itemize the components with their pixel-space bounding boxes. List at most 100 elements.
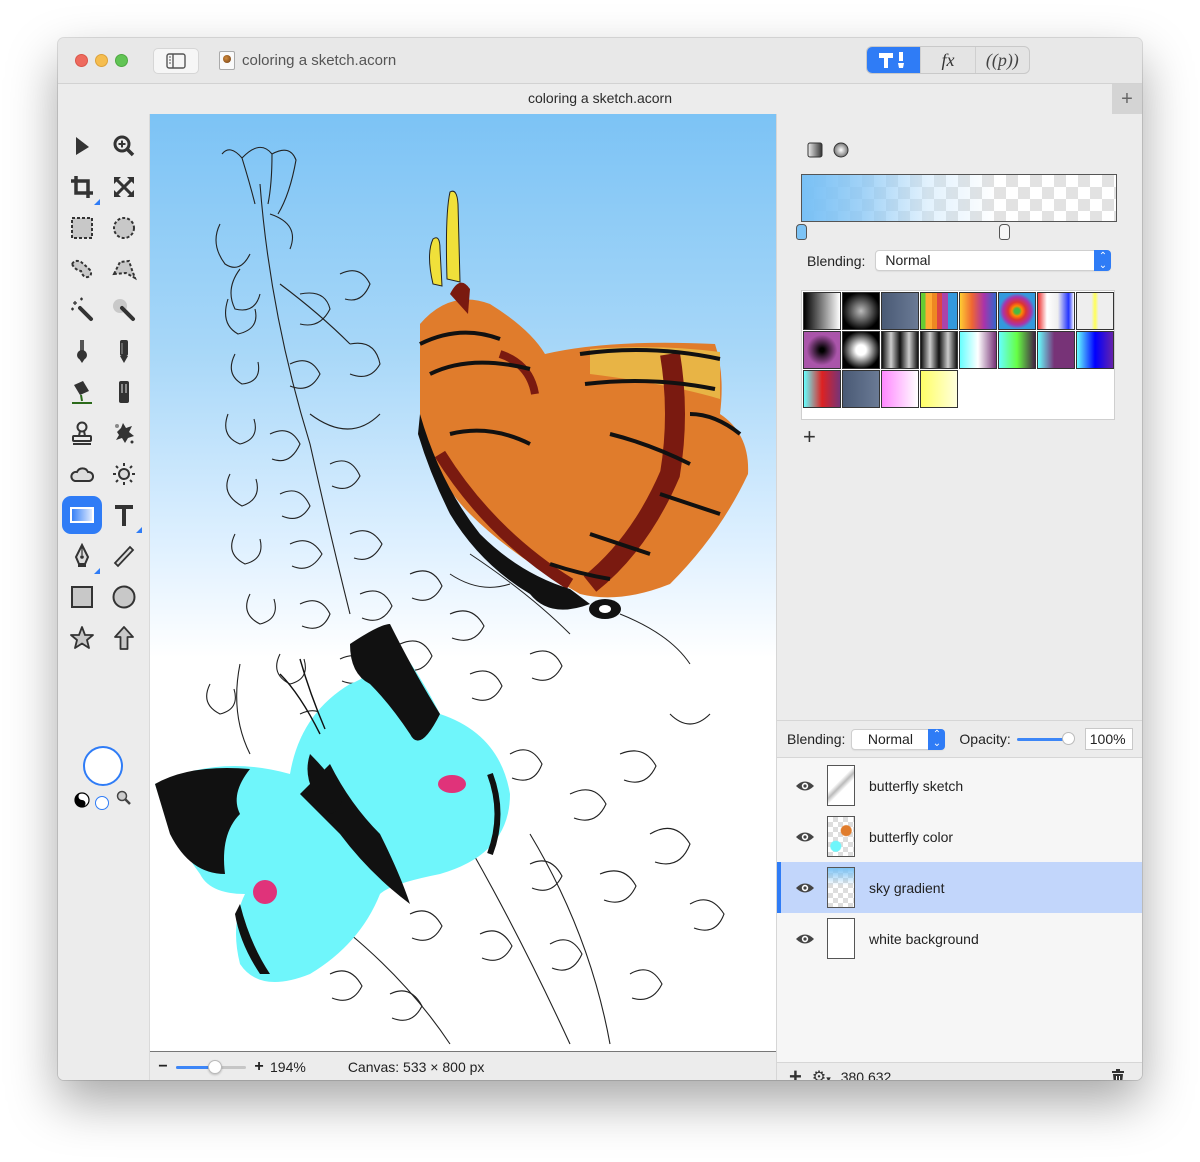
tool-instant-alpha[interactable] <box>106 292 142 328</box>
gradient-preset[interactable] <box>959 292 997 330</box>
tool-arrow[interactable] <box>106 620 142 656</box>
radial-gradient-icon[interactable] <box>833 142 849 158</box>
image-canvas[interactable] <box>150 114 776 1052</box>
crop-icon <box>71 176 93 198</box>
zoom-slider[interactable] <box>176 1059 246 1075</box>
gradient-preset[interactable] <box>959 331 997 369</box>
gradient-stop-end[interactable] <box>999 224 1010 240</box>
tool-star[interactable] <box>64 620 100 656</box>
add-preset-button[interactable]: + <box>803 424 816 450</box>
gradient-preset[interactable] <box>1037 292 1075 330</box>
tool-eraser[interactable] <box>106 374 142 410</box>
linear-gradient-icon[interactable] <box>807 142 823 158</box>
gradient-preset[interactable] <box>842 331 880 369</box>
tool-polygon-lasso[interactable] <box>106 251 142 287</box>
fx-icon: fx <box>941 49 955 70</box>
close-window-button[interactable] <box>75 54 88 67</box>
gradient-preset[interactable] <box>881 370 919 408</box>
sidebar-toggle-button[interactable] <box>153 48 199 74</box>
arrow-pointer-icon <box>76 137 89 155</box>
tool-bezier[interactable] <box>64 538 100 574</box>
tool-crop[interactable] <box>64 169 100 205</box>
tool-rectangle[interactable] <box>64 579 100 615</box>
tool-select[interactable] <box>64 128 100 164</box>
eye-icon[interactable] <box>795 932 815 946</box>
magic-wand-icon <box>71 297 93 321</box>
layers-footer: + ⚙▾ 380,632 <box>777 1062 1142 1080</box>
text-icon <box>115 505 133 526</box>
tool-pencil[interactable] <box>106 333 142 369</box>
zoom-slider-knob[interactable] <box>207 1060 222 1074</box>
minimize-window-button[interactable] <box>95 54 108 67</box>
gradient-preset[interactable] <box>1037 331 1075 369</box>
tool-dodge-burn[interactable] <box>106 456 142 492</box>
gradient-stop-start[interactable] <box>796 224 807 240</box>
zoom-in-button[interactable]: + <box>252 1058 266 1076</box>
zoom-out-button[interactable]: − <box>156 1058 170 1076</box>
gradient-preset[interactable] <box>881 331 919 369</box>
gradient-presets-grid <box>801 290 1115 420</box>
secondary-color-well[interactable] <box>95 796 109 810</box>
add-tab-button[interactable]: + <box>1112 84 1142 114</box>
tool-blur[interactable] <box>64 456 100 492</box>
tab-fx[interactable]: fx <box>920 47 974 73</box>
gradient-preset[interactable] <box>881 292 919 330</box>
zoom-window-button[interactable] <box>115 54 128 67</box>
eye-icon[interactable] <box>795 779 815 793</box>
layer-actions-menu[interactable]: ⚙▾ <box>812 1067 831 1081</box>
tool-magic-wand[interactable] <box>64 292 100 328</box>
gradient-preset[interactable] <box>1076 331 1114 369</box>
chevron-up-down-icon: ⌃ ⌄ <box>928 728 946 750</box>
color-well[interactable] <box>83 746 123 786</box>
layer-row[interactable]: butterfly color <box>777 811 1142 862</box>
tool-transform[interactable] <box>106 169 142 205</box>
tool-ellipse-select[interactable] <box>106 210 142 246</box>
gradient-preset[interactable] <box>842 370 880 408</box>
opacity-slider[interactable] <box>1016 732 1075 746</box>
swap-colors-icon[interactable] <box>74 792 90 808</box>
gradient-preset[interactable] <box>920 331 958 369</box>
polygon-lasso-icon <box>112 259 137 281</box>
layer-row[interactable]: white background <box>777 913 1142 964</box>
layer-row[interactable]: sky gradient <box>777 862 1142 913</box>
gradient-editor-bar[interactable] <box>801 174 1117 222</box>
gradient-preset[interactable] <box>842 292 880 330</box>
eyedropper-zoom-icon[interactable] <box>116 790 132 806</box>
status-bar: − + 194% Canvas: 533 × 800 px <box>150 1054 776 1080</box>
tool-line[interactable] <box>106 538 142 574</box>
gradient-preset[interactable] <box>803 370 841 408</box>
layer-thumbnail <box>827 765 855 806</box>
tab-p[interactable]: ((p)) <box>974 47 1029 73</box>
gradient-preset[interactable] <box>803 331 841 369</box>
mode-segmented-control: fx ((p)) <box>866 46 1030 74</box>
tool-clone-stamp[interactable] <box>64 415 100 451</box>
tool-zoom[interactable] <box>106 128 142 164</box>
trash-icon[interactable] <box>1111 1069 1125 1080</box>
opacity-field[interactable]: 100% <box>1084 728 1133 750</box>
gradient-preset[interactable] <box>1076 292 1114 330</box>
opacity-slider-knob[interactable] <box>1061 732 1075 745</box>
gradient-preset[interactable] <box>998 331 1036 369</box>
gradient-preset[interactable] <box>803 292 841 330</box>
tool-gradient[interactable] <box>62 496 102 534</box>
layer-thumbnail <box>827 918 855 959</box>
tab-tools[interactable] <box>867 47 921 73</box>
gradient-blending-select[interactable]: Normal ⌃ ⌄ <box>875 250 1112 271</box>
add-layer-button[interactable]: + <box>789 1064 802 1081</box>
gradient-preset[interactable] <box>998 292 1036 330</box>
tool-oval[interactable] <box>106 579 142 615</box>
tool-rect-select[interactable] <box>64 210 100 246</box>
document-title: coloring a sketch.acorn <box>528 90 672 106</box>
gradient-preset[interactable] <box>920 370 958 408</box>
layer-blending-select[interactable]: Normal ⌃ ⌄ <box>851 728 946 750</box>
tool-lasso[interactable] <box>64 251 100 287</box>
layer-thumbnail <box>827 816 855 857</box>
tool-smudge[interactable] <box>106 415 142 451</box>
tool-paint-bucket[interactable] <box>64 374 100 410</box>
tool-brush[interactable] <box>64 333 100 369</box>
gradient-preset[interactable] <box>920 292 958 330</box>
layer-row[interactable]: butterfly sketch <box>777 760 1142 811</box>
eye-icon[interactable] <box>795 881 815 895</box>
eye-icon[interactable] <box>795 830 815 844</box>
tool-text[interactable] <box>106 497 142 533</box>
